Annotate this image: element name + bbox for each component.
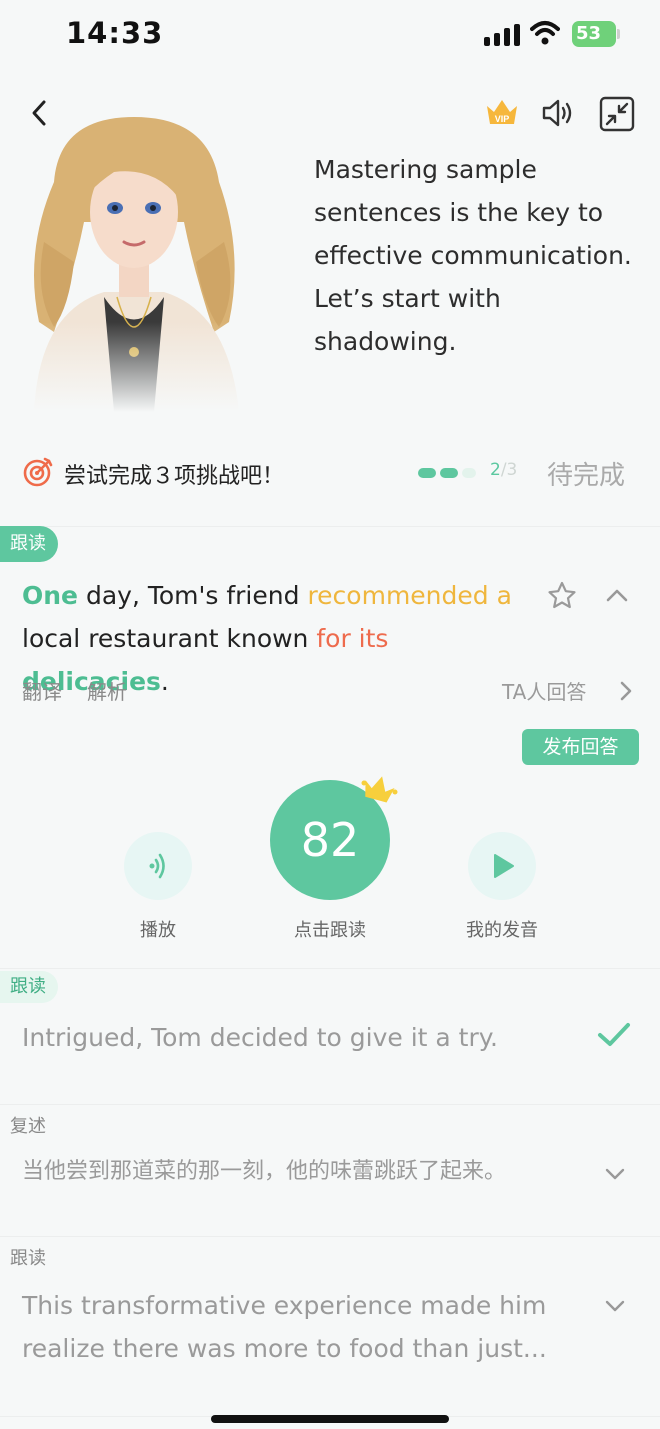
favorite-star-icon[interactable] bbox=[546, 580, 578, 612]
sentence-word-plain[interactable]: . bbox=[161, 667, 169, 696]
divider bbox=[0, 1236, 660, 1237]
battery-tip bbox=[617, 29, 620, 39]
challenge-text: 尝试完成３项挑战吧！ bbox=[64, 464, 285, 489]
translate-link[interactable]: 翻译 bbox=[22, 676, 62, 705]
challenge-progress-count: 2/3 bbox=[490, 460, 517, 480]
sentence-word-plain[interactable]: local restaurant known bbox=[22, 624, 316, 653]
my-recording-button[interactable] bbox=[468, 832, 536, 900]
play-triangle-icon bbox=[494, 854, 514, 878]
sentence-word-red[interactable]: for its bbox=[316, 624, 388, 653]
crown-icon bbox=[361, 776, 398, 803]
sentence-word-green[interactable]: One bbox=[22, 581, 78, 610]
divider bbox=[0, 968, 660, 969]
play-button[interactable] bbox=[124, 832, 192, 900]
chevron-up-icon[interactable] bbox=[602, 582, 632, 608]
cellular-signal-icon bbox=[484, 24, 520, 46]
challenge-status: 待完成 bbox=[547, 461, 626, 491]
battery-icon: 53 bbox=[572, 21, 616, 47]
battery-level: 53 bbox=[576, 23, 602, 44]
sound-wave-icon bbox=[149, 853, 165, 879]
sentence-item[interactable]: 当他尝到那道菜的那一刻，他的味蕾跳跃了起来。 bbox=[22, 1150, 582, 1193]
chevron-down-icon[interactable] bbox=[604, 1298, 626, 1314]
status-time: 14:33 bbox=[66, 16, 164, 50]
collapse-icon[interactable] bbox=[599, 96, 635, 132]
item-tag-shadowing: 跟读 bbox=[0, 526, 58, 562]
intro-message: Mastering sample sentences is the key to… bbox=[314, 155, 632, 356]
progress-current: 2 bbox=[490, 460, 501, 480]
svg-text:VIP: VIP bbox=[495, 114, 510, 124]
progress-dot-3 bbox=[462, 468, 476, 478]
sentence-word-plain[interactable]: day, Tom's friend bbox=[78, 581, 307, 610]
target-icon bbox=[23, 457, 53, 487]
sentence-word-yellow[interactable]: recommended a bbox=[307, 581, 511, 610]
progress-dot-2 bbox=[440, 468, 458, 478]
chevron-down-icon[interactable] bbox=[604, 1166, 626, 1182]
score-label: 点击跟读 bbox=[294, 920, 366, 941]
check-icon bbox=[598, 1023, 630, 1046]
others-answers-link[interactable]: TA人回答 bbox=[502, 676, 586, 705]
item-tag-shadowing: 跟读 bbox=[0, 971, 58, 1003]
item-tag-retell: 复述 bbox=[10, 1116, 46, 1137]
my-recording-label: 我的发音 bbox=[466, 920, 538, 941]
progress-total: /3 bbox=[500, 460, 518, 480]
publish-answer-button[interactable]: 发布回答 bbox=[522, 729, 639, 765]
chevron-right-icon[interactable] bbox=[617, 678, 635, 704]
divider bbox=[0, 526, 660, 527]
home-indicator[interactable] bbox=[211, 1415, 449, 1423]
challenge-progress-dots bbox=[418, 468, 484, 478]
speaker-icon[interactable] bbox=[540, 96, 576, 130]
progress-dot-1 bbox=[418, 468, 436, 478]
tutor-avatar bbox=[14, 112, 260, 412]
play-label: 播放 bbox=[140, 920, 176, 941]
wifi-icon bbox=[530, 21, 560, 45]
divider bbox=[0, 1104, 660, 1105]
item-tag-shadowing: 跟读 bbox=[10, 1248, 46, 1269]
sentence-item[interactable]: Intrigued, Tom decided to give it a try. bbox=[22, 1016, 582, 1059]
analysis-link[interactable]: 解析 bbox=[87, 676, 127, 705]
sentence-item[interactable]: This transformative experience made him … bbox=[22, 1284, 582, 1370]
vip-crown-icon[interactable]: VIP bbox=[484, 96, 520, 128]
